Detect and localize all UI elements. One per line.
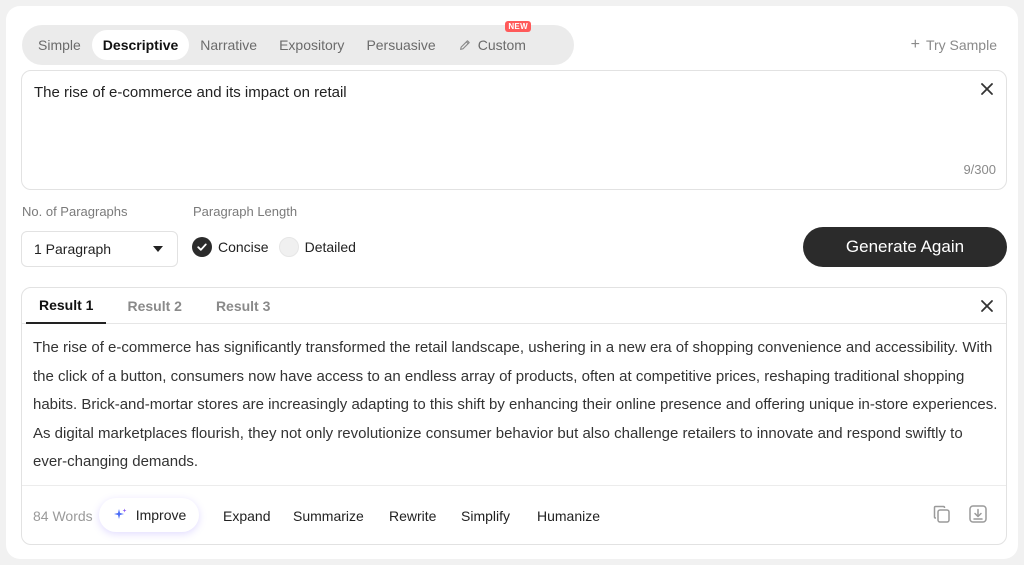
tab-label: Narrative [200,37,258,53]
generate-again-button[interactable]: Generate Again [803,227,1007,267]
caret-down-icon [153,246,163,252]
improve-label: Improve [135,507,187,523]
plus-icon: + [910,36,920,53]
tab-label: Custom [477,37,526,53]
result-footer: 84 Words Improve Expand Summarize Rewrit… [22,485,1006,545]
tab-result-1[interactable]: Result 1 [26,288,107,324]
check-icon [197,243,207,251]
tab-result-2[interactable]: Result 2 [114,288,194,324]
tab-label: Expository [279,37,345,53]
result-text: The rise of e-commerce has significantly… [33,339,998,470]
concise-label[interactable]: Concise [218,239,269,255]
style-tabs: Simple Descriptive Narrative Expository … [22,21,574,65]
tab-custom[interactable]: Custom NEW [447,21,537,60]
tab-persuasive[interactable]: Persuasive [355,30,446,60]
new-badge: NEW [505,21,531,32]
result-panel: Result 1 Result 2 Result 3 The rise of e… [21,287,1007,545]
simplify-button[interactable]: Simplify [461,508,510,524]
detailed-radio[interactable] [278,237,299,257]
paragraphs-label: No. of Paragraphs [22,204,128,219]
paragraphs-value: 1 Paragraph [34,241,112,257]
paragraphs-select[interactable]: 1 Paragraph [21,231,178,267]
copy-icon[interactable] [931,503,953,525]
tab-label: Descriptive [102,37,179,53]
tab-descriptive[interactable]: Descriptive [91,30,190,60]
summarize-button[interactable]: Summarize [293,508,364,524]
pen-icon [459,40,470,50]
length-radio-group: Concise Detailed [192,237,366,257]
char-count: 9/300 [963,162,996,177]
humanize-button[interactable]: Humanize [537,508,600,524]
tab-result-3[interactable]: Result 3 [203,288,283,324]
improve-button[interactable]: Improve [99,498,199,532]
close-icon[interactable] [979,298,995,314]
try-sample-label: Try Sample [925,37,997,53]
try-sample-link[interactable]: + Try Sample [911,36,997,54]
topic-input[interactable]: The rise of e-commerce and its impact on… [21,70,1007,190]
expand-button[interactable]: Expand [223,508,270,524]
tab-label: Simple [38,37,81,53]
word-count: 84 Words [33,508,93,524]
download-icon[interactable] [967,503,989,525]
sparkle-icon [113,508,127,519]
close-icon[interactable] [978,80,996,98]
concise-radio[interactable] [192,237,212,257]
rewrite-button[interactable]: Rewrite [389,508,436,524]
tab-narrative[interactable]: Narrative [189,30,268,60]
topic-text[interactable]: The rise of e-commerce and its impact on… [34,84,347,101]
tab-simple[interactable]: Simple [27,30,92,60]
tab-expository[interactable]: Expository [268,30,355,60]
result-tabs: Result 1 Result 2 Result 3 [22,288,1006,324]
length-label: Paragraph Length [193,204,298,219]
detailed-label[interactable]: Detailed [305,239,356,255]
tab-label: Persuasive [366,37,436,53]
